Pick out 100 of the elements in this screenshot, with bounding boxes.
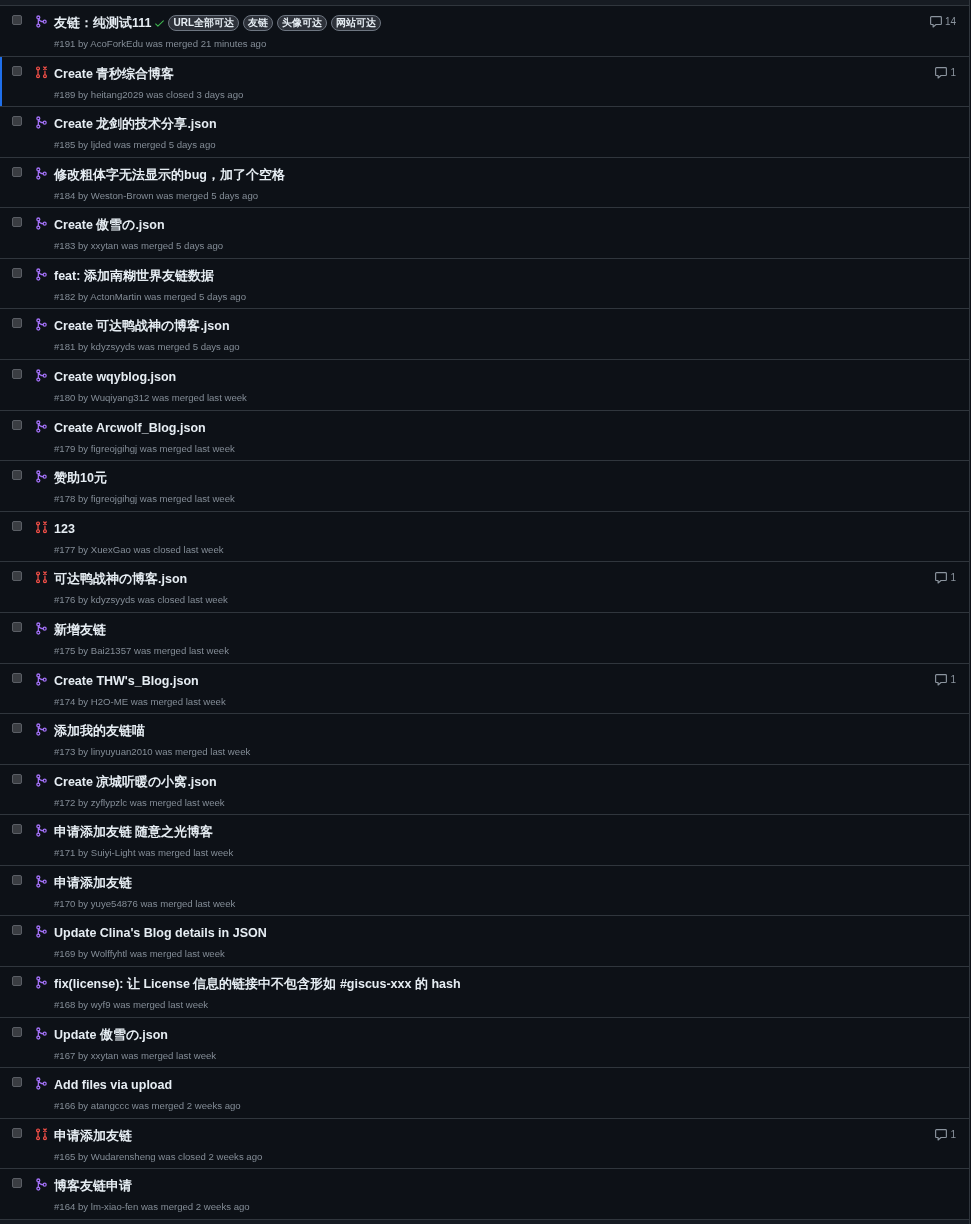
pull-request-meta-text: #182 by ActonMartin was merged 5 days ago — [54, 289, 246, 304]
row-checkbox[interactable] — [12, 672, 22, 683]
merged-pull-request-icon — [36, 318, 47, 332]
pull-request-meta-text: #166 by atangccc was merged 2 weeks ago — [54, 1099, 241, 1114]
pull-request-meta-text: #173 by linyuyuan2010 was merged last week — [54, 745, 251, 760]
pull-request-title-link[interactable]: Update Clina's Blog details in JSON — [54, 924, 267, 943]
pull-request-meta-text: #176 by kdyzsyyds was closed last week — [54, 593, 228, 608]
merged-pull-request-icon — [36, 166, 47, 180]
merged-pull-request-icon — [36, 773, 47, 787]
pull-request-meta-text: #174 by H2O-ME was merged last week — [54, 694, 226, 709]
row-checkbox[interactable] — [12, 419, 22, 430]
merged-pull-request-icon — [36, 824, 47, 838]
pull-request-title-link[interactable]: Create THW's_Blog.json — [54, 671, 199, 690]
comment-icon — [935, 572, 948, 585]
pull-request-title-link[interactable]: Create 凉城听暖の小窝.json — [54, 772, 217, 791]
label-tag[interactable]: 网站可达 — [331, 15, 382, 31]
comment-icon — [935, 66, 948, 79]
row-checkbox[interactable] — [12, 15, 22, 25]
row-checkbox[interactable] — [12, 318, 22, 329]
pull-request-title-link[interactable]: 赞助10元 — [54, 469, 107, 488]
label-tag[interactable]: 友链 — [243, 15, 274, 31]
pull-request-title-link[interactable]: Create 可达鸭战神の博客.json — [54, 317, 230, 336]
pull-request-meta-text: #167 by xxytan was merged last week — [54, 1048, 217, 1063]
pull-request-title-link[interactable]: Update 傲雪の.json — [54, 1025, 168, 1044]
merged-pull-request-icon — [36, 470, 47, 484]
closed-pull-request-icon — [36, 65, 47, 79]
pull-request-title-link[interactable]: 新增友链 — [54, 620, 106, 639]
pull-request-title-link[interactable]: Create wqyblog.json — [54, 368, 177, 387]
pull-request-title-link[interactable]: 123 — [54, 519, 75, 538]
merged-pull-request-icon — [36, 1026, 47, 1040]
pull-request-title-link[interactable]: 博客友链申请 — [54, 1177, 132, 1196]
pull-request-meta-text: #170 by yuye54876 was merged last week — [54, 896, 236, 911]
row-checkbox[interactable] — [12, 217, 22, 228]
pull-request-title-link[interactable]: fix(license): 让 License 信息的链接中不包含形如 #giscus-xxx 的 hash — [54, 975, 461, 993]
row-checkbox[interactable] — [12, 1178, 22, 1189]
closed-pull-request-icon — [36, 520, 47, 534]
comments-link[interactable]: 14 — [929, 16, 956, 28]
row-checkbox[interactable] — [12, 520, 22, 531]
row-checkbox[interactable] — [12, 874, 22, 885]
comment-icon — [929, 16, 942, 28]
pull-request-title-link[interactable]: Add files via upload — [54, 1076, 173, 1095]
merged-pull-request-icon — [36, 217, 47, 231]
row-checkbox[interactable] — [12, 621, 22, 632]
merged-pull-request-icon — [36, 976, 47, 989]
comments-link[interactable]: 1 — [935, 66, 956, 79]
closed-pull-request-icon — [36, 571, 47, 585]
row-checkbox[interactable] — [12, 773, 22, 784]
pull-request-title-link[interactable]: 添加我的友链喵 — [54, 722, 145, 741]
pull-request-meta-text: #180 by Wuqiyang312 was merged last week — [54, 391, 247, 406]
pull-request-meta-text: #178 by figreojgihgj was merged last week — [54, 492, 235, 507]
merged-pull-request-icon — [36, 723, 47, 737]
pull-request-meta-text: #183 by xxytan was merged 5 days ago — [54, 239, 224, 254]
row-checkbox[interactable] — [12, 976, 22, 986]
pull-request-title-link[interactable]: feat: 添加南糊世界友链数据 — [54, 266, 214, 285]
comments-link[interactable]: 1 — [935, 1128, 956, 1141]
pull-request-meta-text: #175 by Bai21357 was merged last week — [54, 643, 229, 658]
pull-request-meta-text: #189 by heitang2029 was closed 3 days ago — [54, 87, 244, 102]
merged-pull-request-icon — [36, 1178, 47, 1192]
row-checkbox[interactable] — [12, 1127, 22, 1138]
comments-link[interactable]: 1 — [935, 673, 956, 686]
merged-pull-request-icon — [36, 874, 47, 888]
row-checkbox[interactable] — [12, 369, 22, 380]
row-checkbox[interactable] — [12, 925, 22, 936]
pull-request-title-link[interactable]: Create Arcwolf_Blog.json — [54, 418, 206, 437]
row-checkbox[interactable] — [12, 65, 22, 76]
merged-pull-request-icon — [36, 672, 47, 686]
row-checkbox[interactable] — [12, 1026, 22, 1037]
row-checkbox[interactable] — [12, 470, 22, 481]
pull-request-meta-text: #172 by zyflypzlc was merged last week — [54, 795, 225, 810]
pull-request-title-link[interactable]: 申请添加友链 — [54, 873, 132, 892]
pull-request-title-link[interactable]: Create 青秒综合博客 — [54, 64, 175, 83]
merged-pull-request-icon — [36, 621, 47, 635]
merged-pull-request-icon — [36, 267, 47, 281]
pull-request-title-link[interactable]: 申请添加友链 — [54, 1126, 132, 1145]
pull-request-title-link[interactable]: 友链：纯测试111 — [54, 14, 152, 32]
pull-request-title-link[interactable]: 修改粗体字无法显示的bug，加了个空格 — [54, 165, 285, 184]
pull-request-meta-text: #165 by Wudarensheng was closed 2 weeks ago — [54, 1149, 263, 1164]
pull-request-meta-text: #177 by XuexGao was closed last week — [54, 542, 224, 557]
comments-link[interactable]: 1 — [935, 572, 956, 585]
pull-request-meta-text: #169 by Wolffyhtl was merged last week — [54, 947, 226, 962]
merged-pull-request-icon — [36, 116, 47, 130]
row-checkbox[interactable] — [12, 824, 22, 835]
pull-request-title-link[interactable]: Create 傲雪の.json — [54, 216, 165, 235]
merged-pull-request-icon — [36, 1077, 47, 1091]
row-checkbox[interactable] — [12, 571, 22, 582]
row-checkbox[interactable] — [12, 723, 22, 734]
pull-request-meta-text: #184 by Weston-Brown was merged 5 days ago — [54, 188, 260, 203]
pull-request-meta-text: #168 by wyf9 was merged last week — [54, 998, 210, 1012]
pull-request-title-link[interactable]: 可达鸭战神の博客.json — [54, 570, 188, 589]
label-tag[interactable]: 头像可达 — [277, 15, 328, 31]
row-checkbox[interactable] — [12, 267, 22, 278]
row-checkbox[interactable] — [12, 116, 22, 127]
merged-pull-request-icon — [36, 925, 47, 939]
row-checkbox[interactable] — [12, 1077, 22, 1088]
pull-request-title-link[interactable]: 申请添加友链 随意之光博客 — [54, 823, 214, 842]
pull-request-title-link[interactable]: Create 龙剑的技术分享.json — [54, 115, 217, 134]
comment-icon — [935, 673, 948, 686]
row-checkbox[interactable] — [12, 166, 22, 177]
merged-pull-request-icon — [36, 369, 47, 383]
label-tag[interactable]: URL全部可达 — [168, 15, 240, 31]
